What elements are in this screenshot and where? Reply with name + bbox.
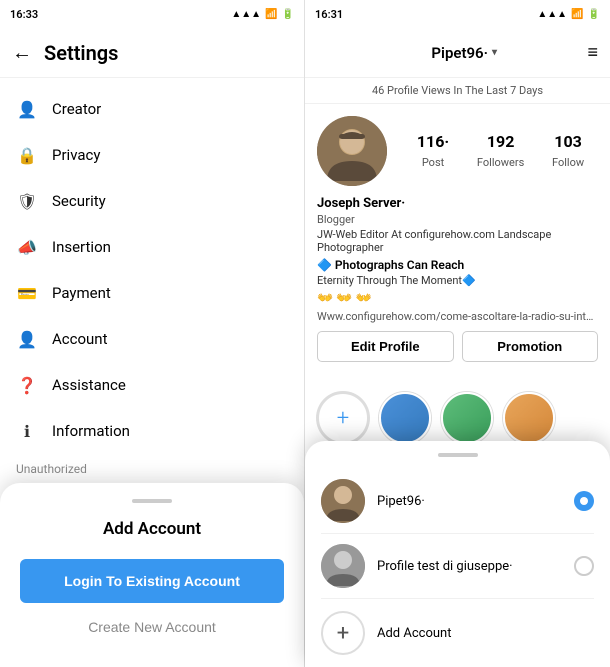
account-avatar-1 — [321, 479, 365, 523]
creator-icon: 👤 — [16, 98, 38, 120]
assistance-icon: ❓ — [16, 374, 38, 396]
story-salento-circle — [503, 392, 555, 444]
back-button[interactable]: ← — [12, 40, 32, 65]
story-new-circle: + — [317, 392, 369, 444]
payment-label: Payment — [52, 284, 111, 302]
nav-item-information[interactable]: ℹ Information — [0, 408, 304, 454]
account-icon: 👤 — [16, 328, 38, 350]
right-status-bar: 16:31 ▲▲▲ 📶 🔋 — [305, 0, 610, 28]
profile-top-row: 116· Post 192 Followers 103 Follow — [317, 116, 598, 186]
right-status-icons: ▲▲▲ 📶 🔋 — [537, 9, 600, 20]
payment-icon: 💳 — [16, 282, 38, 304]
account-option-1[interactable]: Pipet96· — [321, 469, 594, 534]
nav-item-insertion[interactable]: 📣 Insertion — [0, 224, 304, 270]
right-modal-handle — [438, 453, 478, 457]
profile-emojis: 👐 👐 👐 — [317, 291, 598, 306]
stat-followers-label: Followers — [477, 156, 524, 169]
information-label: Information — [52, 422, 130, 440]
right-wifi-icon: 📶 — [571, 9, 583, 20]
creator-label: Creator — [52, 100, 101, 118]
right-battery-icon: 🔋 — [588, 9, 600, 20]
unauthorized-label: Unauthorized — [0, 454, 304, 480]
stat-following: 103 Follow — [552, 132, 584, 170]
profile-info-section: 116· Post 192 Followers 103 Follow Josep… — [305, 104, 610, 384]
right-header: Pipet96· ▾ ≡ — [305, 28, 610, 78]
stat-followers: 192 Followers — [477, 132, 524, 170]
story-myjob-circle — [379, 392, 431, 444]
profile-link: Www.configurehow.com/come-ascoltare-la-r… — [317, 310, 598, 323]
left-time: 16:33 — [10, 8, 38, 21]
modal-handle — [132, 499, 172, 503]
add-circle-icon: + — [321, 611, 365, 655]
edit-profile-button[interactable]: Edit Profile — [317, 331, 454, 362]
profile-buttons: Edit Profile Promotion — [317, 331, 598, 362]
plus-icon: + — [337, 406, 349, 431]
account-option-2[interactable]: Profile test di giuseppe· — [321, 534, 594, 599]
right-signal-icon: ▲▲▲ — [537, 9, 567, 20]
username-text: Pipet96· — [431, 44, 488, 62]
profile-desc: JW-Web Editor At configurehow.com Landsc… — [317, 228, 598, 254]
information-icon: ℹ — [16, 420, 38, 442]
create-new-button[interactable]: Create New Account — [20, 607, 284, 647]
right-time: 16:31 — [315, 8, 343, 21]
profile-views-text: 46 Profile Views In The Last 7 Days — [372, 84, 543, 97]
left-panel: 16:33 ▲▲▲ 📶 🔋 ← Settings 👤 Creator 🔒 Pri… — [0, 0, 305, 667]
add-account-modal-label: Add Account — [377, 626, 451, 641]
nav-item-assistance[interactable]: ❓ Assistance — [0, 362, 304, 408]
stat-following-number: 103 — [552, 132, 584, 151]
account-avatar-2 — [321, 544, 365, 588]
privacy-label: Privacy — [52, 146, 100, 164]
stat-following-label: Follow — [552, 156, 584, 169]
battery-icon: 🔋 — [282, 9, 294, 20]
account-switcher-modal: Pipet96· Profile test di giuseppe· + Add… — [305, 441, 610, 667]
stat-followers-number: 192 — [477, 132, 524, 151]
security-label: Security — [52, 192, 106, 210]
profile-hashtag: 🔷 Photographs Can Reach — [317, 258, 598, 272]
modal-title: Add Account — [20, 519, 284, 539]
nav-item-account[interactable]: 👤 Account — [0, 316, 304, 362]
insertion-label: Insertion — [52, 238, 111, 256]
stat-posts-label: Post — [422, 156, 444, 169]
hamburger-menu-icon[interactable]: ≡ — [587, 42, 598, 63]
radio-selected-icon — [574, 491, 594, 511]
settings-title: Settings — [44, 41, 118, 65]
left-status-icons: ▲▲▲ 📶 🔋 — [231, 9, 294, 20]
nav-item-privacy[interactable]: 🔒 Privacy — [0, 132, 304, 178]
story-calabria-circle — [441, 392, 493, 444]
add-account-modal: Add Account Login To Existing Account Cr… — [0, 483, 304, 667]
insertion-icon: 📣 — [16, 236, 38, 258]
chevron-down-icon: ▾ — [492, 47, 497, 58]
add-account-modal-row[interactable]: + Add Account — [321, 599, 594, 667]
promotion-button[interactable]: Promotion — [462, 331, 599, 362]
stat-posts: 116· Post — [417, 132, 449, 170]
signal-icon: ▲▲▲ — [231, 9, 261, 20]
account-name-2: Profile test di giuseppe· — [377, 559, 562, 574]
left-header: ← Settings — [0, 28, 304, 78]
profile-sub: Eternity Through The Moment🔷 — [317, 274, 598, 287]
nav-item-creator[interactable]: 👤 Creator — [0, 86, 304, 132]
account-name-1: Pipet96· — [377, 494, 562, 509]
wifi-icon: 📶 — [265, 9, 277, 20]
profile-bio: Blogger — [317, 213, 598, 226]
account-label: Account — [52, 330, 108, 348]
radio-unselected-icon — [574, 556, 594, 576]
right-panel: 16:31 ▲▲▲ 📶 🔋 Pipet96· ▾ ≡ 46 Profile Vi… — [305, 0, 610, 667]
nav-item-payment[interactable]: 💳 Payment — [0, 270, 304, 316]
profile-views-banner: 46 Profile Views In The Last 7 Days — [305, 78, 610, 104]
assistance-label: Assistance — [52, 376, 126, 394]
security-icon: 🛡 — [16, 190, 38, 212]
nav-item-security[interactable]: 🛡 Security — [0, 178, 304, 224]
privacy-icon: 🔒 — [16, 144, 38, 166]
username-header[interactable]: Pipet96· ▾ — [431, 44, 497, 62]
profile-stats: 116· Post 192 Followers 103 Follow — [403, 132, 598, 170]
avatar — [317, 116, 387, 186]
left-status-bar: 16:33 ▲▲▲ 📶 🔋 — [0, 0, 304, 28]
login-existing-button[interactable]: Login To Existing Account — [20, 559, 284, 603]
stat-posts-number: 116· — [417, 132, 449, 151]
profile-name: Joseph Server· — [317, 196, 598, 211]
